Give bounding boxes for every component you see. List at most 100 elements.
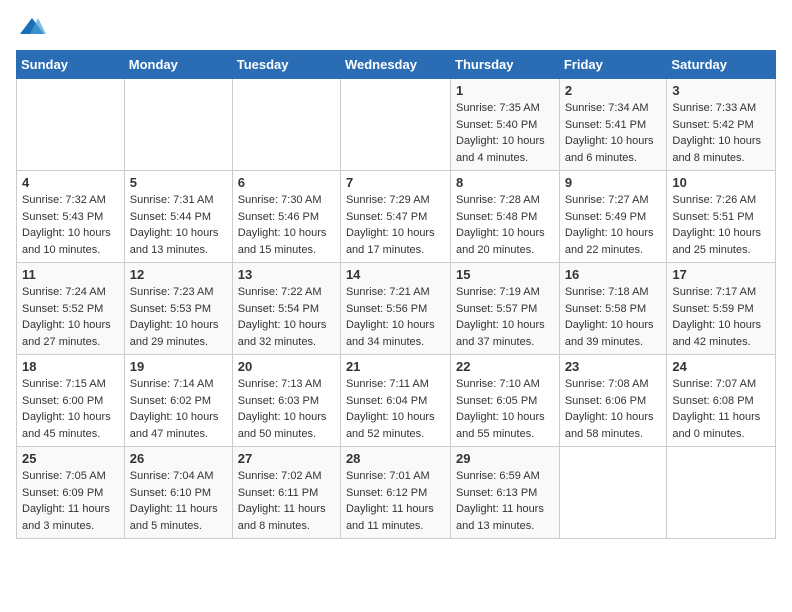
calendar-cell: 25Sunrise: 7:05 AM Sunset: 6:09 PM Dayli… [17, 447, 125, 539]
logo [16, 16, 46, 38]
day-info: Sunrise: 7:01 AM Sunset: 6:12 PM Dayligh… [346, 468, 445, 534]
calendar-cell: 16 Sunrise: 7:18 AM Sunset: 5:58 PM Dayli… [559, 263, 667, 355]
calendar-cell: 29 Sunrise: 6:59 AM Sunset: 6:13 PM Dayli… [451, 447, 560, 539]
calendar-header-row: SundayMondayTuesdayWednesdayThursdayFrid… [17, 51, 776, 79]
day-info: Sunrise: 7:35 AM Sunset: 5:40 PM Dayligh… [456, 100, 554, 166]
day-info: Sunrise: 7:34 AM Sunset: 5:41 PM Dayligh… [565, 100, 662, 166]
calendar-cell [559, 447, 667, 539]
weekday-header: Monday [124, 51, 232, 79]
day-info: Sunrise: 7:18 AM Sunset: 5:58 PM Dayligh… [565, 284, 662, 350]
calendar-cell: 18Sunrise: 7:15 AM Sunset: 6:00 PM Dayli… [17, 355, 125, 447]
calendar-cell: 26Sunrise: 7:04 AM Sunset: 6:10 PM Dayli… [124, 447, 232, 539]
calendar-cell: 4 Sunrise: 7:32 AM Sunset: 5:43 PM Daylig… [17, 171, 125, 263]
weekday-header: Thursday [451, 51, 560, 79]
calendar-cell: 13 Sunrise: 7:22 AM Sunset: 5:54 PM Dayli… [232, 263, 340, 355]
day-info: Sunrise: 7:26 AM Sunset: 5:51 PM Dayligh… [672, 192, 770, 258]
day-info: Sunrise: 7:29 AM Sunset: 5:47 PM Dayligh… [346, 192, 445, 258]
day-info: Sunrise: 7:17 AM Sunset: 5:59 PM Dayligh… [672, 284, 770, 350]
day-number: 28 [346, 451, 445, 466]
day-number: 18 [22, 359, 119, 374]
calendar-week-row: 25Sunrise: 7:05 AM Sunset: 6:09 PM Dayli… [17, 447, 776, 539]
day-info: Sunrise: 7:07 AM Sunset: 6:08 PM Dayligh… [672, 376, 770, 442]
calendar-cell: 12 Sunrise: 7:23 AM Sunset: 5:53 PM Dayli… [124, 263, 232, 355]
day-number: 1 [456, 83, 554, 98]
calendar-table: SundayMondayTuesdayWednesdayThursdayFrid… [16, 50, 776, 539]
day-number: 22 [456, 359, 554, 374]
day-number: 6 [238, 175, 335, 190]
day-number: 11 [22, 267, 119, 282]
calendar-cell [124, 79, 232, 171]
calendar-cell: 1 Sunrise: 7:35 AM Sunset: 5:40 PM Daylig… [451, 79, 560, 171]
calendar-cell: 21 Sunrise: 7:11 AM Sunset: 6:04 PM Dayli… [340, 355, 450, 447]
day-info: Sunrise: 7:21 AM Sunset: 5:56 PM Dayligh… [346, 284, 445, 350]
calendar-week-row: 11 Sunrise: 7:24 AM Sunset: 5:52 PM Dayli… [17, 263, 776, 355]
calendar-cell: 9 Sunrise: 7:27 AM Sunset: 5:49 PM Daylig… [559, 171, 667, 263]
calendar-cell [17, 79, 125, 171]
header [16, 16, 776, 38]
day-number: 16 [565, 267, 662, 282]
day-info: Sunrise: 7:02 AM Sunset: 6:11 PM Dayligh… [238, 468, 335, 534]
day-number: 20 [238, 359, 335, 374]
day-number: 13 [238, 267, 335, 282]
day-number: 4 [22, 175, 119, 190]
day-number: 27 [238, 451, 335, 466]
day-number: 19 [130, 359, 227, 374]
calendar-cell: 10 Sunrise: 7:26 AM Sunset: 5:51 PM Dayli… [667, 171, 776, 263]
day-number: 8 [456, 175, 554, 190]
calendar-week-row: 4 Sunrise: 7:32 AM Sunset: 5:43 PM Daylig… [17, 171, 776, 263]
day-number: 2 [565, 83, 662, 98]
day-info: Sunrise: 6:59 AM Sunset: 6:13 PM Dayligh… [456, 468, 554, 534]
day-number: 10 [672, 175, 770, 190]
weekday-header: Saturday [667, 51, 776, 79]
calendar-cell: 2 Sunrise: 7:34 AM Sunset: 5:41 PM Daylig… [559, 79, 667, 171]
day-info: Sunrise: 7:31 AM Sunset: 5:44 PM Dayligh… [130, 192, 227, 258]
day-number: 7 [346, 175, 445, 190]
calendar-week-row: 1 Sunrise: 7:35 AM Sunset: 5:40 PM Daylig… [17, 79, 776, 171]
day-number: 9 [565, 175, 662, 190]
day-number: 25 [22, 451, 119, 466]
day-info: Sunrise: 7:28 AM Sunset: 5:48 PM Dayligh… [456, 192, 554, 258]
day-number: 17 [672, 267, 770, 282]
calendar-cell: 28 Sunrise: 7:01 AM Sunset: 6:12 PM Dayli… [340, 447, 450, 539]
calendar-cell: 22 Sunrise: 7:10 AM Sunset: 6:05 PM Dayli… [451, 355, 560, 447]
day-number: 29 [456, 451, 554, 466]
day-info: Sunrise: 7:19 AM Sunset: 5:57 PM Dayligh… [456, 284, 554, 350]
day-number: 24 [672, 359, 770, 374]
day-info: Sunrise: 7:27 AM Sunset: 5:49 PM Dayligh… [565, 192, 662, 258]
calendar-cell: 20Sunrise: 7:13 AM Sunset: 6:03 PM Dayli… [232, 355, 340, 447]
calendar-cell [232, 79, 340, 171]
calendar-cell: 3 Sunrise: 7:33 AM Sunset: 5:42 PM Daylig… [667, 79, 776, 171]
weekday-header: Tuesday [232, 51, 340, 79]
calendar-cell: 23 Sunrise: 7:08 AM Sunset: 6:06 PM Dayli… [559, 355, 667, 447]
calendar-cell: 24 Sunrise: 7:07 AM Sunset: 6:08 PM Dayli… [667, 355, 776, 447]
calendar-cell: 14 Sunrise: 7:21 AM Sunset: 5:56 PM Dayli… [340, 263, 450, 355]
day-number: 23 [565, 359, 662, 374]
calendar-cell: 17 Sunrise: 7:17 AM Sunset: 5:59 PM Dayli… [667, 263, 776, 355]
weekday-header: Wednesday [340, 51, 450, 79]
day-number: 12 [130, 267, 227, 282]
calendar-cell [667, 447, 776, 539]
calendar-cell [340, 79, 450, 171]
calendar-cell: 7 Sunrise: 7:29 AM Sunset: 5:47 PM Daylig… [340, 171, 450, 263]
weekday-header: Friday [559, 51, 667, 79]
calendar-cell: 8 Sunrise: 7:28 AM Sunset: 5:48 PM Daylig… [451, 171, 560, 263]
calendar-cell: 19Sunrise: 7:14 AM Sunset: 6:02 PM Dayli… [124, 355, 232, 447]
day-number: 14 [346, 267, 445, 282]
day-info: Sunrise: 7:23 AM Sunset: 5:53 PM Dayligh… [130, 284, 227, 350]
calendar-cell: 6Sunrise: 7:30 AM Sunset: 5:46 PM Daylig… [232, 171, 340, 263]
day-info: Sunrise: 7:08 AM Sunset: 6:06 PM Dayligh… [565, 376, 662, 442]
day-number: 26 [130, 451, 227, 466]
day-number: 3 [672, 83, 770, 98]
calendar-week-row: 18Sunrise: 7:15 AM Sunset: 6:00 PM Dayli… [17, 355, 776, 447]
day-info: Sunrise: 7:33 AM Sunset: 5:42 PM Dayligh… [672, 100, 770, 166]
day-info: Sunrise: 7:22 AM Sunset: 5:54 PM Dayligh… [238, 284, 335, 350]
calendar-cell: 15 Sunrise: 7:19 AM Sunset: 5:57 PM Dayli… [451, 263, 560, 355]
weekday-header: Sunday [17, 51, 125, 79]
day-info: Sunrise: 7:24 AM Sunset: 5:52 PM Dayligh… [22, 284, 119, 350]
day-info: Sunrise: 7:11 AM Sunset: 6:04 PM Dayligh… [346, 376, 445, 442]
day-info: Sunrise: 7:10 AM Sunset: 6:05 PM Dayligh… [456, 376, 554, 442]
day-number: 15 [456, 267, 554, 282]
day-info: Sunrise: 7:32 AM Sunset: 5:43 PM Dayligh… [22, 192, 119, 258]
day-number: 21 [346, 359, 445, 374]
calendar-cell: 11 Sunrise: 7:24 AM Sunset: 5:52 PM Dayli… [17, 263, 125, 355]
